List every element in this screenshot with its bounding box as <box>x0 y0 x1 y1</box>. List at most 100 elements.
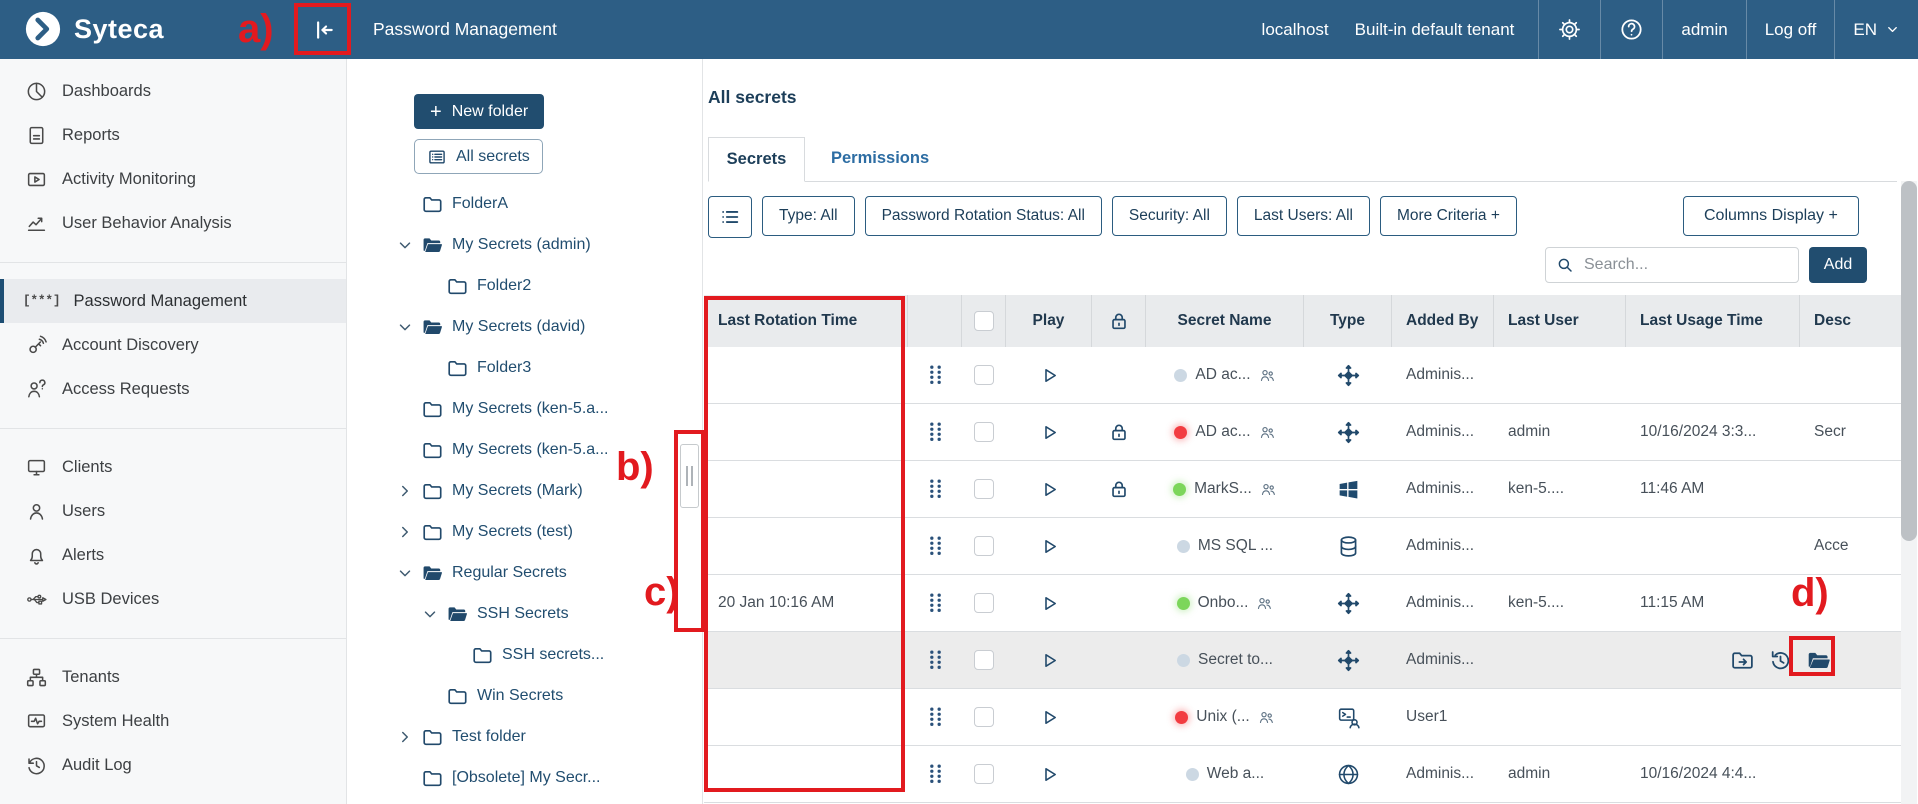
tree-item-win-secrets[interactable]: Win Secrets <box>348 675 702 716</box>
settings-button[interactable] <box>1538 0 1600 59</box>
table-row-unix[interactable]: Unix (...User1 <box>704 689 1901 746</box>
table-row-secret-to[interactable]: Secret to...Adminis... <box>704 632 1901 689</box>
vertical-scrollbar[interactable] <box>1901 181 1917 804</box>
drag-handle-icon[interactable] <box>927 421 944 443</box>
table-row-marks[interactable]: MarkS...Adminis...ken-5....11:46 AM <box>704 461 1901 518</box>
secret-name[interactable]: MS SQL ... <box>1198 537 1273 555</box>
chevron-down-icon[interactable] <box>396 564 414 582</box>
drag-handle-icon[interactable] <box>927 763 944 785</box>
add-button[interactable]: Add <box>1809 247 1867 283</box>
sidebar-item-activity-monitoring[interactable]: Activity Monitoring <box>0 157 346 201</box>
move-to-folder-icon[interactable] <box>1730 648 1755 673</box>
sidebar-item-account-discovery[interactable]: Account Discovery <box>0 323 346 367</box>
sidebar-item-dashboards[interactable]: Dashboards <box>0 69 346 113</box>
table-row-ad-ac[interactable]: AD ac...Adminis...admin10/16/2024 3:3...… <box>704 404 1901 461</box>
table-row-web-a[interactable]: Web a...Adminis...admin10/16/2024 4:4... <box>704 746 1901 803</box>
open-folder-icon[interactable] <box>1806 648 1831 673</box>
table-row-ad-ac[interactable]: AD ac...Adminis... <box>704 347 1901 404</box>
play-icon[interactable] <box>1039 536 1060 557</box>
language-selector[interactable]: EN <box>1834 0 1918 59</box>
drag-handle-icon[interactable] <box>927 592 944 614</box>
columns-display-button[interactable]: Columns Display + <box>1683 196 1859 236</box>
drag-handle-icon[interactable] <box>927 706 944 728</box>
filter-password-rotation-status-all[interactable]: Password Rotation Status: All <box>865 196 1102 236</box>
tree-item-regular-secrets[interactable]: Regular Secrets <box>348 552 702 593</box>
sidebar-item-usb-devices[interactable]: USB Devices <box>0 577 346 621</box>
col-header-select-all[interactable] <box>962 295 1006 347</box>
row-checkbox[interactable] <box>974 479 994 499</box>
secret-name[interactable]: MarkS... <box>1194 480 1252 498</box>
secret-name[interactable]: Web a... <box>1207 765 1264 783</box>
drag-handle-icon[interactable] <box>927 649 944 671</box>
drag-handle-icon[interactable] <box>927 478 944 500</box>
drag-handle-icon[interactable] <box>927 364 944 386</box>
list-view-button[interactable] <box>708 196 752 238</box>
help-button[interactable] <box>1600 0 1662 59</box>
secret-name[interactable]: AD ac... <box>1195 423 1250 441</box>
secret-name[interactable]: Onbo... <box>1198 594 1249 612</box>
sidebar-item-tenants[interactable]: Tenants <box>0 655 346 699</box>
tab-secrets[interactable]: Secrets <box>708 137 805 182</box>
user-menu[interactable]: admin <box>1662 0 1745 59</box>
tree-item-my-secrets-mark[interactable]: My Secrets (Mark) <box>348 470 702 511</box>
row-checkbox[interactable] <box>974 707 994 727</box>
tree-item-folder3[interactable]: Folder3 <box>348 347 702 388</box>
search-input[interactable] <box>1582 255 1788 275</box>
play-icon[interactable] <box>1039 764 1060 785</box>
panel-resize-handle[interactable] <box>680 444 699 508</box>
secret-name[interactable]: AD ac... <box>1195 366 1250 384</box>
chevron-right-icon[interactable] <box>396 728 414 746</box>
sidebar-item-system-health[interactable]: System Health <box>0 699 346 743</box>
sidebar-item-audit-log[interactable]: Audit Log <box>0 743 346 787</box>
tree-item-my-secrets-ken-5-a[interactable]: My Secrets (ken-5.a... <box>348 388 702 429</box>
new-folder-button[interactable]: + New folder <box>414 94 544 129</box>
collapse-sidebar-button[interactable] <box>303 13 343 46</box>
tree-item-foldera[interactable]: FolderA <box>348 183 702 224</box>
chevron-down-icon[interactable] <box>421 605 439 623</box>
select-all-checkbox[interactable] <box>974 311 994 331</box>
sidebar-item-password-management[interactable]: [***]Password Management <box>0 279 346 323</box>
sidebar-item-users[interactable]: Users <box>0 489 346 533</box>
tree-item-ssh-secrets[interactable]: SSH Secrets <box>348 593 702 634</box>
play-icon[interactable] <box>1039 593 1060 614</box>
sidebar-item-user-behavior-analysis[interactable]: User Behavior Analysis <box>0 201 346 245</box>
row-checkbox[interactable] <box>974 764 994 784</box>
tree-item-test-folder[interactable]: Test folder <box>348 716 702 757</box>
row-checkbox[interactable] <box>974 536 994 556</box>
sidebar-item-alerts[interactable]: Alerts <box>0 533 346 577</box>
tree-item-my-secrets-test[interactable]: My Secrets (test) <box>348 511 702 552</box>
play-icon[interactable] <box>1039 422 1060 443</box>
secret-name[interactable]: Unix (... <box>1196 708 1249 726</box>
scrollbar-thumb[interactable] <box>1901 181 1917 541</box>
table-row-ms-sql[interactable]: MS SQL ...Adminis...Acce <box>704 518 1901 575</box>
filter-security-all[interactable]: Security: All <box>1112 196 1227 236</box>
tree-item-ssh-secrets[interactable]: SSH secrets... <box>348 634 702 675</box>
chevron-down-icon[interactable] <box>396 236 414 254</box>
secret-name[interactable]: Secret to... <box>1198 651 1273 669</box>
filter-type-all[interactable]: Type: All <box>762 196 855 236</box>
table-row-onbo[interactable]: 20 Jan 10:16 AMOnbo...Adminis...ken-5...… <box>704 575 1901 632</box>
log-off-button[interactable]: Log off <box>1746 0 1835 59</box>
tree-item-my-secrets-ken-5-a[interactable]: My Secrets (ken-5.a... <box>348 429 702 470</box>
play-icon[interactable] <box>1039 365 1060 386</box>
tab-permissions[interactable]: Permissions <box>805 136 955 181</box>
tree-item-obsolete-my-secr[interactable]: [Obsolete] My Secr... <box>348 757 702 798</box>
row-checkbox[interactable] <box>974 365 994 385</box>
play-icon[interactable] <box>1039 479 1060 500</box>
chevron-right-icon[interactable] <box>396 523 414 541</box>
sidebar-item-reports[interactable]: Reports <box>0 113 346 157</box>
all-secrets-button[interactable]: All secrets <box>414 139 543 174</box>
history-icon[interactable] <box>1768 648 1793 673</box>
tree-item-folder2[interactable]: Folder2 <box>348 265 702 306</box>
sidebar-item-access-requests[interactable]: Access Requests <box>0 367 346 411</box>
filter-more-criteria[interactable]: More Criteria + <box>1380 196 1517 236</box>
filter-last-users-all[interactable]: Last Users: All <box>1237 196 1370 236</box>
row-checkbox[interactable] <box>974 422 994 442</box>
row-checkbox[interactable] <box>974 650 994 670</box>
tree-item-my-secrets-david[interactable]: My Secrets (david) <box>348 306 702 347</box>
tree-item-my-secrets-admin[interactable]: My Secrets (admin) <box>348 224 702 265</box>
chevron-down-icon[interactable] <box>396 318 414 336</box>
play-icon[interactable] <box>1039 707 1060 728</box>
drag-handle-icon[interactable] <box>927 535 944 557</box>
sidebar-item-clients[interactable]: Clients <box>0 445 346 489</box>
